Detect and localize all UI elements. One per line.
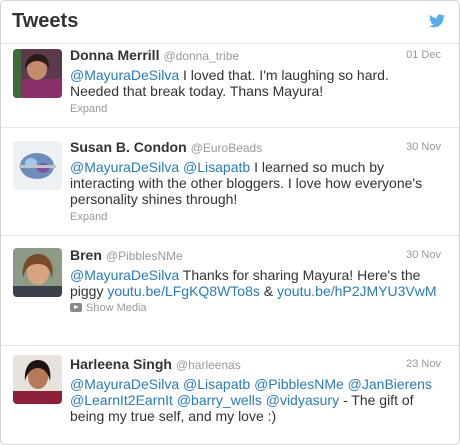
twitter-bird-icon[interactable] — [429, 14, 445, 28]
mention-link[interactable]: @Lisapatb — [183, 159, 250, 175]
author-name[interactable]: Harleena Singh — [70, 356, 172, 372]
expand-link[interactable]: Expand — [70, 211, 107, 223]
avatar[interactable] — [13, 141, 62, 190]
tweet-item[interactable]: Bren @PibblesNMe 30 Nov @MayuraDeSilva Th… — [1, 236, 459, 346]
mention-link[interactable]: @PibblesNMe — [254, 376, 344, 392]
tweet-text: @MayuraDeSilva @Lisapatb @PibblesNMe @Ja… — [70, 376, 441, 424]
tweet-date[interactable]: 23 Nov — [406, 358, 441, 370]
widget-title: Tweets — [12, 10, 79, 32]
mention-link[interactable]: @Lisapatb — [183, 376, 250, 392]
tweet-text-segment: & — [259, 283, 278, 299]
author-name[interactable]: Bren — [70, 247, 102, 263]
mention-link[interactable]: @barry_wells — [177, 392, 262, 408]
tweet-item[interactable]: Donna Merrill @donna_tribe 01 Dec @Mayura… — [1, 44, 459, 128]
author-handle[interactable]: @harleenas — [176, 358, 241, 372]
tweet-date[interactable]: 01 Dec — [406, 49, 441, 61]
author-handle[interactable]: @donna_tribe — [163, 49, 239, 63]
author-handle[interactable]: @PibblesNMe — [106, 249, 183, 263]
tweets-widget: Tweets Donna Merrill @donna_tribe 01 Dec … — [0, 0, 460, 445]
author-name[interactable]: Susan B. Condon — [70, 139, 187, 155]
tweet-text: @MayuraDeSilva Thanks for sharing Mayura… — [70, 267, 441, 299]
avatar[interactable] — [13, 49, 62, 98]
mention-link[interactable]: @LearnIt2EarnIt — [70, 392, 173, 408]
author-name[interactable]: Donna Merrill — [70, 47, 159, 63]
avatar[interactable] — [13, 355, 62, 404]
expand-link[interactable]: Expand — [70, 103, 107, 115]
mention-link[interactable]: @MayuraDeSilva — [70, 267, 179, 283]
author-handle[interactable]: @EuroBeads — [191, 141, 263, 155]
tweet-text: @MayuraDeSilva I loved that. I'm laughin… — [70, 67, 441, 99]
url-link[interactable]: youtu.be/hP2JMYU3VwM — [277, 283, 437, 299]
mention-link[interactable]: @JanBierens — [348, 376, 432, 392]
avatar[interactable] — [13, 248, 62, 297]
mention-link[interactable]: @MayuraDeSilva — [70, 159, 179, 175]
url-link[interactable]: youtu.be/LFgKQ8WTo8s — [107, 283, 260, 299]
widget-header: Tweets — [1, 1, 459, 44]
mention-link[interactable]: @vidyasury — [266, 392, 339, 408]
tweet-text: @MayuraDeSilva @Lisapatb I learned so mu… — [70, 159, 441, 207]
video-icon — [70, 303, 82, 312]
tweet-item[interactable]: Susan B. Condon @EuroBeads 30 Nov @Mayura… — [1, 128, 459, 236]
tweet-item[interactable]: Harleena Singh @harleenas 23 Nov @MayuraD… — [1, 346, 459, 444]
show-media-link[interactable]: Show Media — [70, 302, 147, 314]
mention-link[interactable]: @MayuraDeSilva — [70, 376, 179, 392]
tweet-date[interactable]: 30 Nov — [406, 141, 441, 153]
tweet-date[interactable]: 30 Nov — [406, 249, 441, 261]
mention-link[interactable]: @MayuraDeSilva — [70, 67, 179, 83]
